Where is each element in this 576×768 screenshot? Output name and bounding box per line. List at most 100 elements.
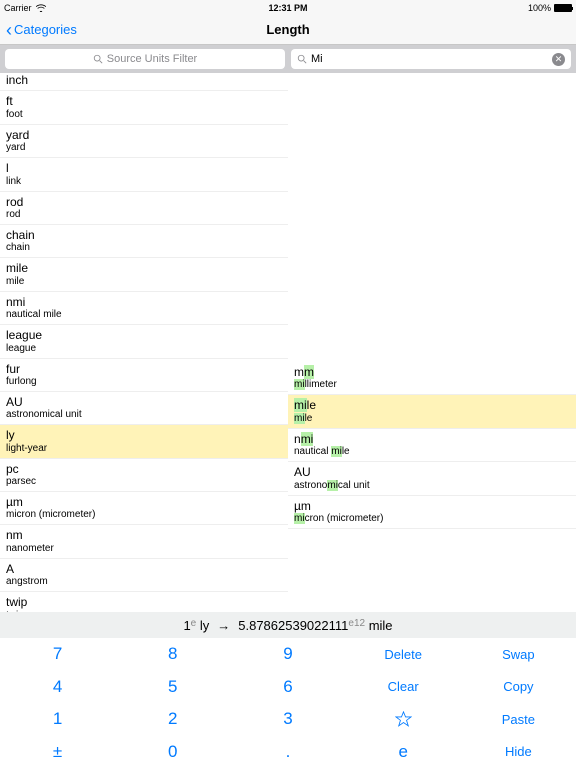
list-item[interactable]: AUastronomical unit xyxy=(288,462,576,495)
unit-full: nautical mile xyxy=(294,446,570,458)
unit-abbr: yard xyxy=(6,128,282,142)
unit-full: mile xyxy=(6,276,282,288)
unit-full: astronomical unit xyxy=(294,480,570,492)
unit-abbr: rod xyxy=(6,195,282,209)
key-plusminus[interactable]: ± xyxy=(0,736,115,768)
unit-full: foot xyxy=(6,109,282,121)
search-row: Source Units Filter Mi ✕ xyxy=(0,45,576,73)
battery-icon xyxy=(554,4,572,12)
unit-full: rod xyxy=(6,209,282,221)
unit-abbr: league xyxy=(6,328,282,342)
key-delete[interactable]: Delete xyxy=(346,638,461,671)
key-0[interactable]: 0 xyxy=(115,736,230,768)
key-4[interactable]: 4 xyxy=(0,671,115,704)
list-item[interactable]: milemile xyxy=(288,395,576,428)
unit-abbr: chain xyxy=(6,228,282,242)
back-button[interactable]: ‹ Categories xyxy=(6,21,77,39)
conversion-input: 1e ly xyxy=(183,618,209,633)
battery-percent: 100% xyxy=(528,3,551,13)
unit-abbr: mile xyxy=(6,261,282,275)
list-item[interactable]: AUastronomical unit xyxy=(0,392,288,425)
key-9[interactable]: 9 xyxy=(230,638,345,671)
list-item[interactable]: Aangstrom xyxy=(0,559,288,592)
clear-filter-icon[interactable]: ✕ xyxy=(552,53,565,66)
list-item[interactable]: yardyard xyxy=(0,125,288,158)
unit-full: league xyxy=(6,343,282,355)
unit-abbr: mm xyxy=(294,365,570,379)
key-1[interactable]: 1 xyxy=(0,703,115,736)
key-2[interactable]: 2 xyxy=(115,703,230,736)
key-paste[interactable]: Paste xyxy=(461,703,576,736)
unit-full: angstrom xyxy=(6,576,282,588)
key-favorite[interactable] xyxy=(346,703,461,736)
list-item[interactable]: µmmicron (micrometer) xyxy=(288,496,576,529)
back-label: Categories xyxy=(14,22,77,37)
key-8[interactable]: 8 xyxy=(115,638,230,671)
source-filter-input[interactable]: Source Units Filter xyxy=(5,49,285,69)
unit-abbr: inch xyxy=(6,73,282,87)
key-3[interactable]: 3 xyxy=(230,703,345,736)
key-clear[interactable]: Clear xyxy=(346,671,461,704)
unit-abbr: ft xyxy=(6,94,282,108)
unit-full: millimeter xyxy=(294,379,570,391)
key-7[interactable]: 7 xyxy=(0,638,115,671)
unit-full: nautical mile xyxy=(6,309,282,321)
list-item[interactable]: lylight-year xyxy=(0,425,288,458)
unit-full: link xyxy=(6,176,282,188)
spacer xyxy=(288,73,576,362)
unit-abbr: nm xyxy=(6,528,282,542)
key-dot[interactable]: . xyxy=(230,736,345,768)
status-bar: Carrier 12:31 PM 100% xyxy=(0,0,576,15)
unit-abbr: nmi xyxy=(6,295,282,309)
conversion-output: 5.87862539022111e12 mile xyxy=(238,618,392,633)
list-item[interactable]: ftfoot xyxy=(0,91,288,124)
list-item[interactable]: nmnanometer xyxy=(0,525,288,558)
key-swap[interactable]: Swap xyxy=(461,638,576,671)
wifi-icon xyxy=(36,4,46,12)
list-item[interactable]: mmmillimeter xyxy=(288,362,576,395)
chevron-left-icon: ‹ xyxy=(6,21,12,39)
search-icon xyxy=(93,54,103,64)
unit-full: micron (micrometer) xyxy=(6,509,282,521)
unit-abbr: µm xyxy=(6,495,282,509)
page-title: Length xyxy=(266,22,309,37)
target-filter-value: Mi xyxy=(311,53,323,65)
list-item[interactable]: inch xyxy=(0,73,288,91)
list-item[interactable]: furfurlong xyxy=(0,359,288,392)
unit-full: astronomical unit xyxy=(6,409,282,421)
unit-full: micron (micrometer) xyxy=(294,513,570,525)
source-filter-placeholder: Source Units Filter xyxy=(107,53,197,65)
key-copy[interactable]: Copy xyxy=(461,671,576,704)
unit-full: yard xyxy=(6,142,282,154)
list-item[interactable]: nminautical mile xyxy=(0,292,288,325)
unit-abbr: twip xyxy=(6,595,282,609)
unit-abbr: µm xyxy=(294,499,570,513)
key-exp[interactable]: e xyxy=(346,736,461,768)
unit-full: nanometer xyxy=(6,543,282,555)
nav-bar: ‹ Categories Length xyxy=(0,15,576,45)
unit-full: mile xyxy=(294,413,570,425)
target-filter-input[interactable]: Mi ✕ xyxy=(291,49,571,69)
unit-abbr: A xyxy=(6,562,282,576)
list-item[interactable]: chainchain xyxy=(0,225,288,258)
unit-abbr: pc xyxy=(6,462,282,476)
key-hide[interactable]: Hide xyxy=(461,736,576,768)
list-item[interactable]: milemile xyxy=(0,258,288,291)
list-item[interactable]: pcparsec xyxy=(0,459,288,492)
star-icon xyxy=(395,711,412,728)
unit-full: light-year xyxy=(6,443,282,455)
list-item[interactable]: llink xyxy=(0,158,288,191)
unit-abbr: AU xyxy=(6,395,282,409)
arrow-icon: → xyxy=(217,618,230,633)
key-5[interactable]: 5 xyxy=(115,671,230,704)
clock: 12:31 PM xyxy=(268,3,307,13)
key-6[interactable]: 6 xyxy=(230,671,345,704)
list-item[interactable]: rodrod xyxy=(0,192,288,225)
target-unit-list[interactable]: mmmillimetermilemilenminautical mileAUas… xyxy=(288,73,576,638)
unit-abbr: AU xyxy=(294,465,570,479)
list-item[interactable]: µmmicron (micrometer) xyxy=(0,492,288,525)
list-item[interactable]: leagueleague xyxy=(0,325,288,358)
list-item[interactable]: nminautical mile xyxy=(288,429,576,462)
source-unit-list[interactable]: inchftfootyardyardllinkrodrodchainchainm… xyxy=(0,73,288,638)
unit-full: furlong xyxy=(6,376,282,388)
